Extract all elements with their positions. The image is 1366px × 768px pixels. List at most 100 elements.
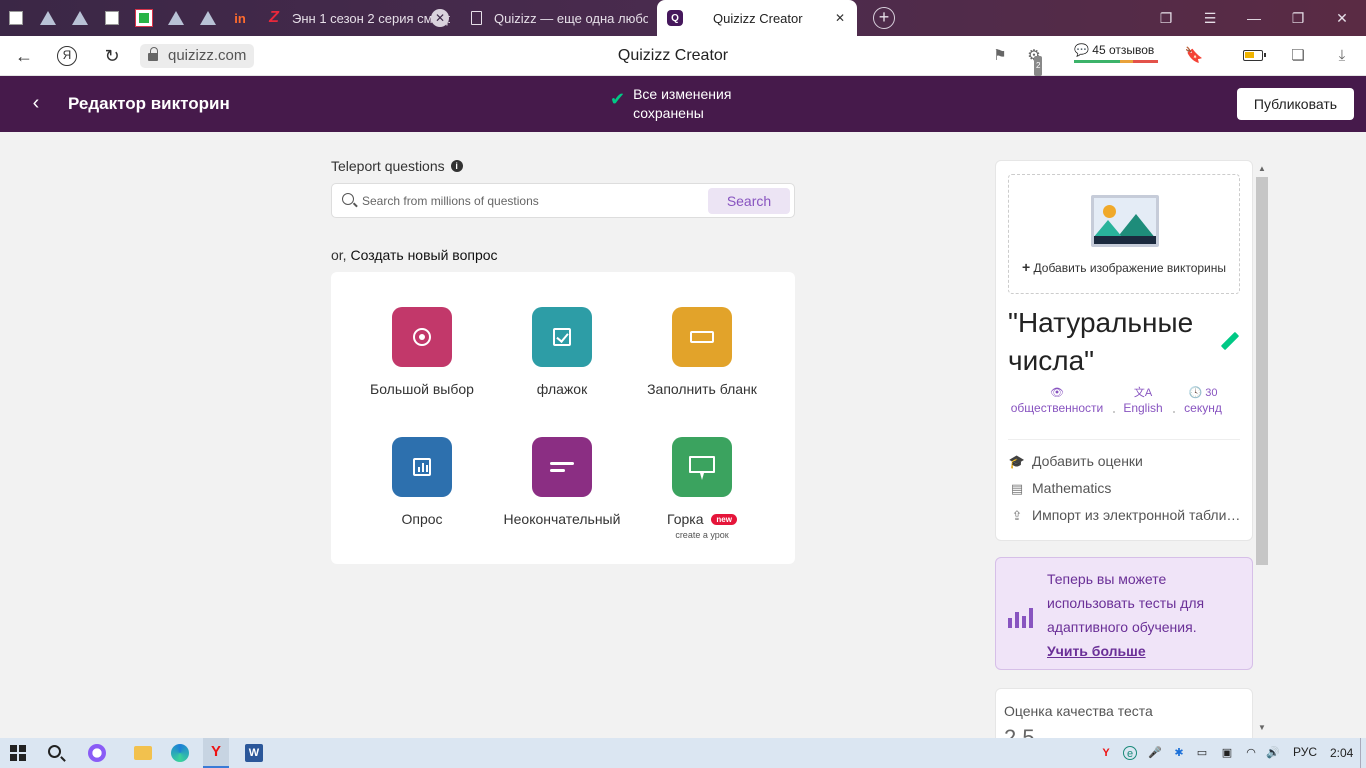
question-type-fill-blank[interactable]: Заполнить бланк: [632, 307, 772, 397]
microphone-icon[interactable]: 🎤: [1148, 746, 1162, 760]
wifi-icon[interactable]: ◠: [1244, 746, 1258, 760]
volume-icon[interactable]: 🔊: [1266, 746, 1280, 760]
bluetooth-icon[interactable]: ✱: [1172, 746, 1186, 760]
question-type-label: Неокончательный: [503, 511, 621, 527]
checkbox-icon: [532, 307, 592, 367]
learn-more-link[interactable]: Учить больше: [1047, 643, 1146, 659]
scroll-up-arrow[interactable]: ▲: [1256, 164, 1268, 173]
download-icon[interactable]: ⤓: [1332, 46, 1352, 66]
question-type-multiple-choice[interactable]: Большой выбор: [352, 307, 492, 397]
time-value: 30: [1205, 387, 1218, 399]
language-value: English: [1123, 401, 1163, 415]
question-type-checkbox[interactable]: флажок: [492, 307, 632, 397]
scroll-down-arrow[interactable]: ▼: [1256, 723, 1268, 732]
pinned-tab[interactable]: [6, 8, 26, 28]
import-spreadsheet-row[interactable]: ⇪ Импорт из электронной таблицы: [1008, 507, 1244, 524]
reviews-widget[interactable]: 💬 45 отзывов: [1074, 43, 1158, 63]
pinned-tab[interactable]: [102, 8, 122, 28]
tab-quizizz-article[interactable]: Quizizz — еще одна любо: [468, 0, 648, 36]
e-tray-icon[interactable]: e: [1123, 746, 1137, 760]
translate-icon[interactable]: ⚑: [990, 46, 1010, 66]
adaptive-learning-banner: Теперь вы можете использовать тесты для …: [995, 557, 1253, 670]
quiz-settings-panel: + Добавить изображение викторины "Натура…: [995, 160, 1253, 541]
yandex-icon[interactable]: Я: [57, 46, 77, 66]
tab-anime[interactable]: Z Энн 1 сезон 2 серия смотр: [266, 0, 450, 36]
teleport-search: Search: [331, 183, 795, 218]
search-icon[interactable]: [48, 745, 61, 758]
yandex-browser-icon[interactable]: Y: [203, 738, 229, 768]
tab-title: Энн 1 сезон 2 серия смотр: [292, 10, 450, 26]
comment-icon: 💬: [1074, 43, 1089, 57]
pinned-tab[interactable]: [198, 8, 218, 28]
edit-pencil-icon[interactable]: [1218, 331, 1240, 353]
alice-assistant-icon[interactable]: [88, 744, 106, 762]
battery-saver-icon[interactable]: [1243, 50, 1266, 61]
collections-icon[interactable]: ❏: [1288, 46, 1308, 66]
close-window-icon[interactable]: ✕: [1332, 8, 1352, 28]
question-type-open-ended[interactable]: Неокончательный: [492, 437, 632, 527]
yandex-tray-icon[interactable]: Y: [1099, 746, 1113, 760]
pinned-tab[interactable]: [134, 8, 154, 28]
windows-taskbar: Y W Y e 🎤 ✱ ▭ ▣ ◠ 🔊 РУС 2:04: [0, 738, 1366, 768]
question-type-slide[interactable]: Горка new create a урок: [632, 437, 772, 540]
open-ended-icon: [532, 437, 592, 497]
poll-icon: [392, 437, 452, 497]
question-type-label: Горка: [667, 511, 704, 527]
question-type-label: Опрос: [401, 511, 443, 527]
file-explorer-icon[interactable]: [134, 746, 152, 760]
document-icon: [468, 10, 484, 26]
subject-row[interactable]: ▤ Mathematics: [1008, 480, 1244, 497]
windows-start-icon[interactable]: [10, 745, 26, 761]
translate-icon: 文A: [1133, 387, 1153, 399]
adaptive-text: Теперь вы можете использовать тесты для …: [1047, 571, 1205, 635]
subject-label: Mathematics: [1032, 480, 1112, 496]
clock[interactable]: 2:04: [1330, 746, 1353, 760]
address-bar: Quizizz Creator ← Я ↻ quizizz.com ⚑ ⚙2 💬…: [0, 36, 1366, 76]
display-icon[interactable]: ▣: [1220, 746, 1234, 760]
show-desktop[interactable]: [1360, 738, 1366, 768]
extension-icon[interactable]: ⚙2: [1024, 46, 1044, 76]
pinned-tab[interactable]: [38, 8, 58, 28]
minimize-icon[interactable]: —: [1244, 8, 1264, 28]
save-status-line2: сохранены: [633, 105, 704, 121]
teleport-search-button[interactable]: Search: [708, 188, 790, 214]
language-setting[interactable]: 文A English: [1120, 386, 1166, 415]
back-chevron-icon[interactable]: ‹: [26, 93, 46, 114]
question-type-poll[interactable]: Опрос: [352, 437, 492, 527]
scrollbar-thumb[interactable]: [1256, 177, 1268, 565]
pinned-tab[interactable]: [70, 8, 90, 28]
time-setting[interactable]: 🕓 30 секунд: [1180, 386, 1226, 415]
restore-icon[interactable]: ❐: [1288, 8, 1308, 28]
triangle-icon: [200, 11, 216, 25]
add-grades-row[interactable]: 🎓 Добавить оценки: [1008, 453, 1244, 470]
add-quiz-image[interactable]: + Добавить изображение викторины: [1008, 174, 1240, 294]
rating-bar: [1074, 60, 1158, 63]
url-text: quizizz.com: [168, 47, 247, 64]
edge-browser-icon[interactable]: [171, 744, 189, 762]
info-icon[interactable]: i: [450, 160, 463, 172]
reload-icon[interactable]: ↻: [100, 44, 124, 68]
word-icon[interactable]: W: [245, 744, 263, 762]
visibility-setting[interactable]: 👁 общественности: [1008, 386, 1106, 415]
battery-tray-icon[interactable]: ▭: [1195, 746, 1209, 760]
close-tab-icon[interactable]: ✕: [431, 9, 449, 27]
tab-quizizz-creator[interactable]: Q Quizizz Creator: [657, 0, 857, 36]
bookmark-icon[interactable]: 🔖: [1184, 46, 1204, 66]
pinned-tab[interactable]: [166, 8, 186, 28]
menu-icon[interactable]: ☰: [1200, 8, 1220, 28]
new-tab-button[interactable]: +: [873, 7, 895, 29]
question-type-label: флажок: [536, 381, 588, 397]
save-status-line1: Все изменения: [633, 86, 732, 102]
bookmarks-panel-icon[interactable]: ❐: [1156, 8, 1176, 28]
pinned-tab[interactable]: in: [230, 8, 250, 28]
teleport-search-input[interactable]: [362, 192, 702, 210]
divider: [1008, 439, 1240, 440]
triangle-icon: [168, 11, 184, 25]
publish-button[interactable]: Публиковать: [1237, 88, 1354, 120]
input-language[interactable]: РУС: [1293, 745, 1317, 759]
import-icon: ⇪: [1011, 508, 1023, 523]
close-tab-icon[interactable]: ✕: [831, 9, 849, 27]
url-field[interactable]: quizizz.com: [140, 44, 255, 68]
back-arrow-icon[interactable]: ←: [12, 44, 36, 68]
in-logo-icon: in: [234, 10, 246, 26]
